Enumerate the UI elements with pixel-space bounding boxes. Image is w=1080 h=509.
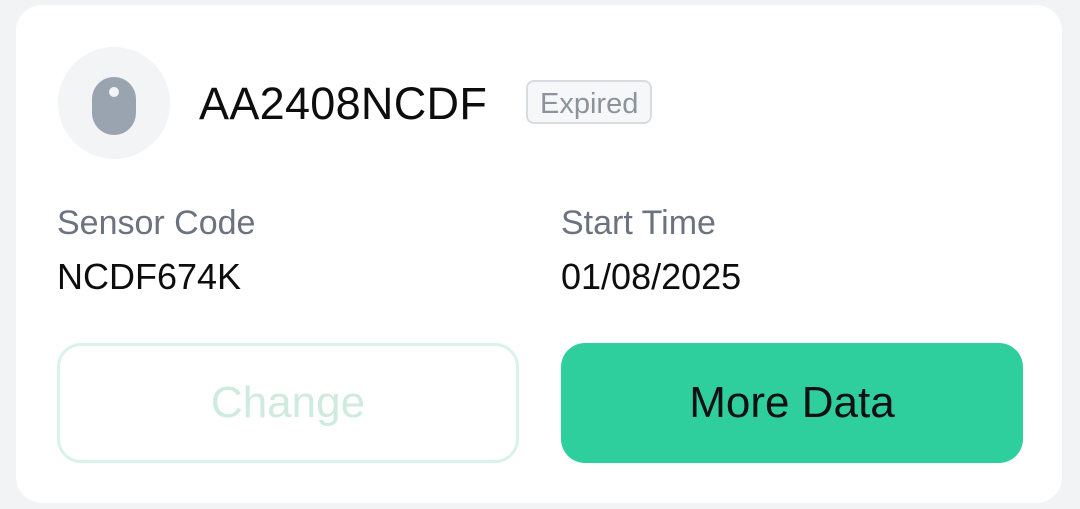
sensor-code-label: Sensor Code: [57, 204, 256, 242]
sensor-icon: [92, 77, 136, 135]
status-badge: Expired: [526, 80, 653, 124]
start-time-value: 01/08/2025: [561, 256, 742, 297]
sensor-code-value: NCDF674K: [57, 256, 242, 297]
device-id: AA2408NCDF: [199, 78, 488, 129]
more-data-button[interactable]: More Data: [561, 343, 1023, 463]
sensor-avatar: [58, 47, 170, 159]
change-button-label: Change: [210, 378, 366, 427]
change-button[interactable]: Change: [57, 343, 519, 463]
sensor-card: AA2408NCDF Expired Sensor Code NCDF674K …: [16, 5, 1062, 503]
start-time-label: Start Time: [561, 204, 716, 242]
more-data-button-label: More Data: [689, 378, 895, 427]
